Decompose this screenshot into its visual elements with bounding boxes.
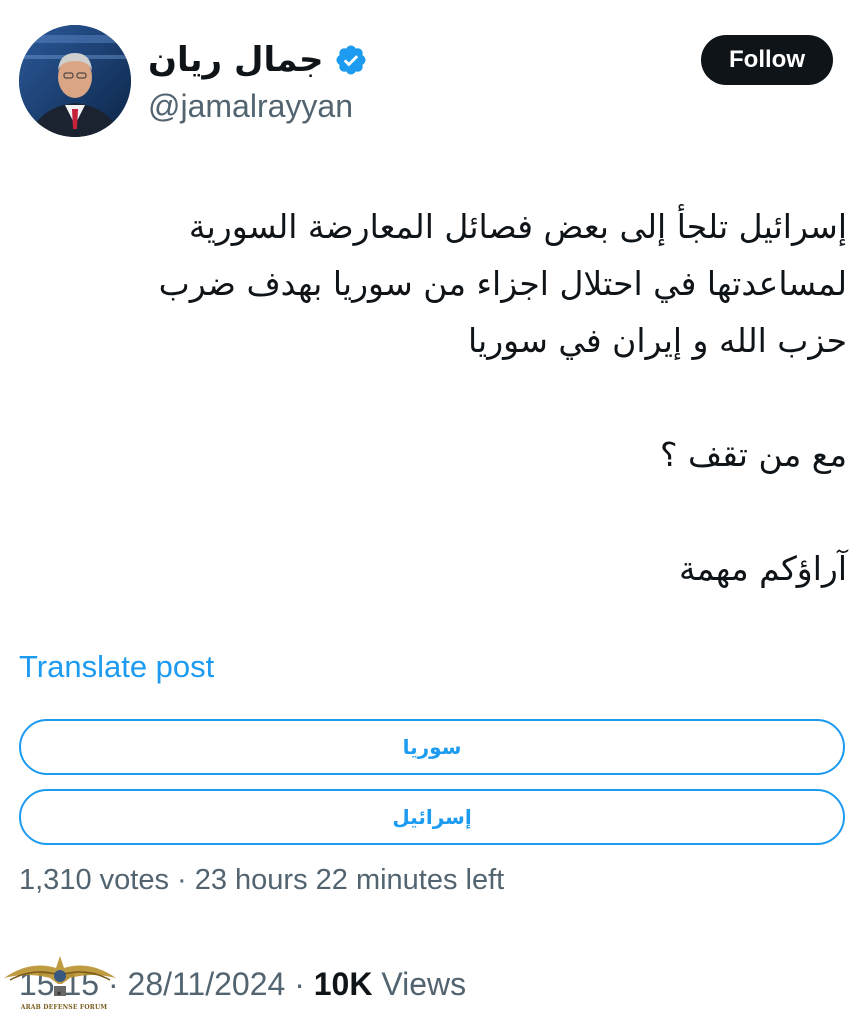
separator: · bbox=[285, 966, 314, 1002]
avatar-image bbox=[19, 25, 131, 137]
author-handle[interactable]: @jamalrayyan bbox=[148, 88, 353, 125]
author-name-row[interactable]: جمال ريان bbox=[148, 36, 368, 84]
post-text: إسرائيل تلجأ إلى بعض فصائل المعارضة السو… bbox=[20, 198, 847, 597]
author-display-name[interactable]: جمال ريان bbox=[148, 40, 324, 80]
verified-badge-icon bbox=[334, 43, 368, 77]
views-label[interactable]: Views bbox=[372, 966, 466, 1002]
post-text-line: إسرائيل تلجأ إلى بعض فصائل المعارضة السو… bbox=[188, 207, 847, 246]
post-text-line: لمساعدتها في احتلال اجزاء من سوريا بهدف … bbox=[158, 264, 847, 303]
post-text-line: حزب الله و إيران في سوريا bbox=[467, 321, 847, 360]
poll-meta: 1,310 votes · 23 hours 22 minutes left bbox=[19, 864, 505, 896]
poll-option-israel[interactable]: إسرائيل bbox=[19, 789, 845, 845]
views-count[interactable]: 10K bbox=[314, 966, 373, 1002]
poll-option-syria[interactable]: سوريا bbox=[19, 719, 845, 775]
follow-button[interactable]: Follow bbox=[701, 35, 833, 85]
translate-post-link[interactable]: Translate post bbox=[19, 649, 214, 685]
post-text-line: مع من تقف ؟ bbox=[659, 435, 847, 474]
post-text-line: آراؤكم مهمة bbox=[678, 549, 847, 588]
post-date[interactable]: 28/11/2024 bbox=[128, 966, 286, 1002]
avatar[interactable] bbox=[19, 25, 131, 137]
watermark-text: ARAB DEFENSE FORUM bbox=[20, 1004, 108, 1011]
